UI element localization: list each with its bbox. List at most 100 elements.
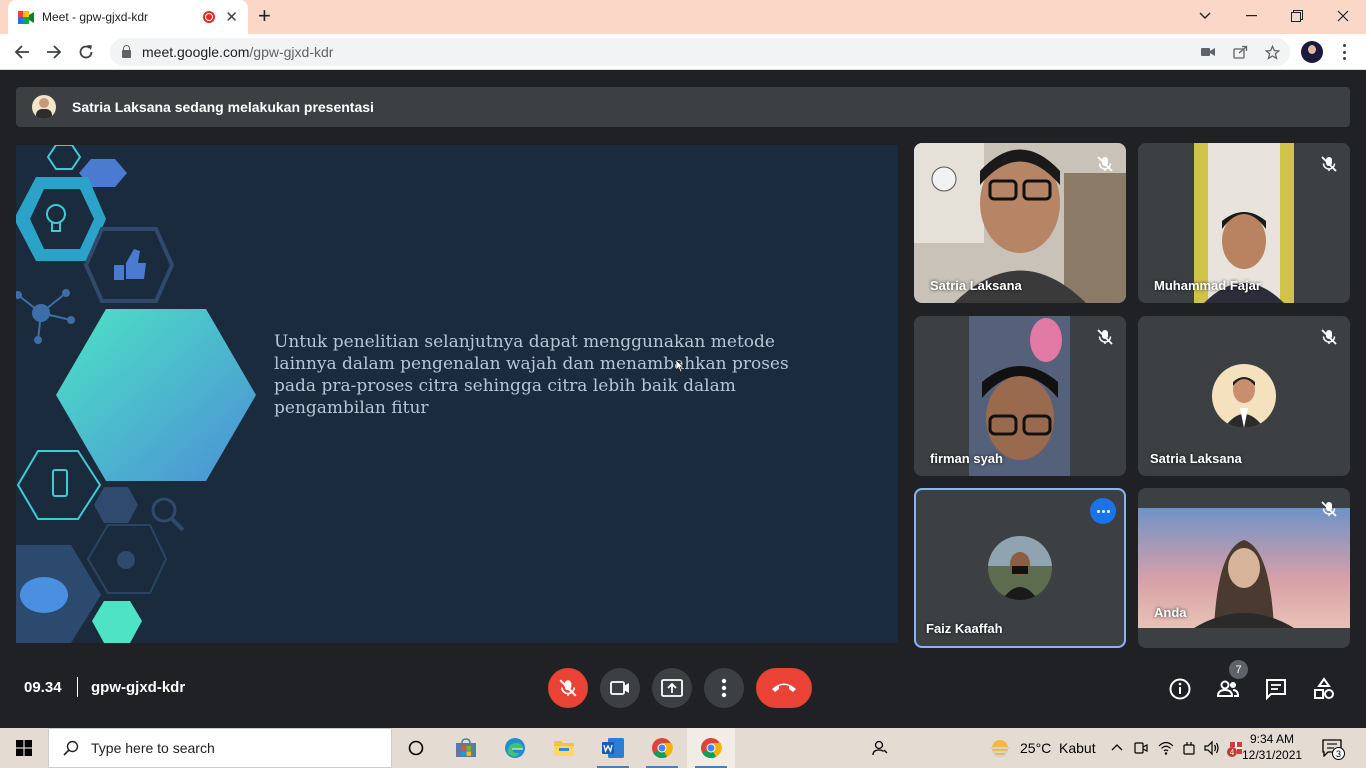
activities-icon[interactable] xyxy=(1312,677,1336,701)
more-options-button[interactable] xyxy=(704,668,744,708)
participant-avatar xyxy=(1212,364,1276,428)
volume-icon[interactable] xyxy=(1204,740,1220,756)
participant-tile[interactable]: Satria Laksana xyxy=(914,143,1126,303)
tab-close-button[interactable]: ✕ xyxy=(225,10,238,25)
leave-call-button[interactable] xyxy=(756,668,812,708)
hang-up-icon xyxy=(772,683,796,692)
search-placeholder: Type here to search xyxy=(91,740,215,756)
taskbar-clock[interactable]: 9:34 AM 12/31/2021 xyxy=(1242,731,1302,763)
cortana-icon xyxy=(408,740,424,756)
chat-bubble-icon xyxy=(20,577,68,613)
weather-description[interactable]: Kabut xyxy=(1059,740,1096,756)
action-center-button[interactable]: 3 xyxy=(1322,739,1346,760)
weather-sun-icon[interactable] xyxy=(988,737,1012,759)
chat-icon[interactable] xyxy=(1264,677,1288,701)
minimize-button[interactable] xyxy=(1228,0,1274,32)
participant-tile-active[interactable]: Faiz Kaaffah xyxy=(914,488,1126,648)
present-screen-icon xyxy=(661,679,683,697)
tab-search-button[interactable] xyxy=(1182,0,1228,32)
taskbar-app-edge[interactable] xyxy=(491,728,539,768)
tab-strip: Meet - gpw-gjxd-kdr ✕ + xyxy=(0,0,1366,34)
restore-button[interactable] xyxy=(1274,0,1320,32)
arrow-left-icon xyxy=(14,45,29,59)
present-screen-button[interactable] xyxy=(652,668,692,708)
browser-menu-button[interactable] xyxy=(1336,42,1352,62)
edge-icon xyxy=(505,738,525,758)
tab-title: Meet - gpw-gjxd-kdr xyxy=(42,10,149,24)
battery-plug-icon[interactable] xyxy=(1181,741,1197,755)
url-text: meet.google.com/gpw-gjxd-kdr xyxy=(142,44,333,60)
people-taskbar-icon[interactable] xyxy=(872,740,888,756)
taskbar-app-word[interactable] xyxy=(589,728,637,768)
search-icon xyxy=(63,740,79,756)
presentation-banner: Satria Laksana sedang melakukan presenta… xyxy=(16,87,1350,127)
presentation-slide: Untuk penelitian selanjutnya dapat mengg… xyxy=(16,145,898,643)
bookmark-star-icon[interactable] xyxy=(1264,44,1280,60)
clock-time: 9:34 AM xyxy=(1249,732,1295,746)
divider xyxy=(77,677,78,697)
reload-button[interactable] xyxy=(74,40,98,64)
meeting-details-info-icon[interactable] xyxy=(1168,677,1192,701)
toggle-mic-button[interactable] xyxy=(548,668,588,708)
restore-icon xyxy=(1291,10,1303,22)
share-icon[interactable] xyxy=(1232,44,1248,60)
gear-icon xyxy=(117,551,135,569)
participant-tile[interactable]: Muhammad Fajar xyxy=(1138,143,1350,303)
network-icon xyxy=(16,289,75,344)
cortana-button[interactable] xyxy=(392,728,440,768)
recording-indicator-icon xyxy=(203,11,216,23)
browser-toolbar: meet.google.com/gpw-gjxd-kdr xyxy=(0,34,1366,70)
notification-count-badge: 3 xyxy=(1332,747,1345,760)
meeting-time: 09.34 xyxy=(24,679,62,696)
participant-tile[interactable]: Satria Laksana xyxy=(1138,316,1350,476)
participant-avatar xyxy=(988,536,1052,600)
profile-avatar[interactable] xyxy=(1301,41,1323,63)
mic-off-icon xyxy=(1097,156,1113,172)
slide-body-text: Untuk penelitian selanjutnya dapat mengg… xyxy=(274,332,789,418)
wifi-icon[interactable] xyxy=(1158,740,1174,756)
new-tab-button[interactable]: + xyxy=(258,5,271,27)
thumbs-up-icon xyxy=(114,249,146,280)
people-icon[interactable] xyxy=(1216,677,1240,701)
presenter-avatar xyxy=(32,95,56,119)
participant-tile[interactable]: firman syah xyxy=(914,316,1126,476)
taskbar-app-file-explorer[interactable] xyxy=(540,728,588,768)
taskbar-app-chrome[interactable] xyxy=(638,728,686,768)
reload-icon xyxy=(79,45,93,59)
store-icon xyxy=(456,738,476,757)
forward-button[interactable] xyxy=(42,40,66,64)
tab-meet[interactable]: Meet - gpw-gjxd-kdr ✕ xyxy=(8,0,248,34)
magnifier-icon xyxy=(151,497,177,523)
chevron-up-icon[interactable] xyxy=(1111,743,1123,751)
taskbar-search-box[interactable]: Type here to search xyxy=(48,728,392,768)
windows-taskbar: Type here to search 25°C Kabut 4 9:34 AM… xyxy=(0,728,1366,768)
url-path: /gpw-gjxd-kdr xyxy=(249,44,334,60)
back-button[interactable] xyxy=(10,40,34,64)
address-bar[interactable]: meet.google.com/gpw-gjxd-kdr xyxy=(110,38,1290,66)
chrome-icon xyxy=(652,738,673,759)
participant-count-badge: 7 xyxy=(1229,660,1248,679)
taskbar-app-store[interactable] xyxy=(442,728,490,768)
camera-icon xyxy=(610,681,629,695)
presenter-banner-text: Satria Laksana sedang melakukan presenta… xyxy=(72,99,374,115)
meet-favicon-icon xyxy=(18,10,34,24)
start-button[interactable] xyxy=(0,728,48,768)
toggle-camera-button[interactable] xyxy=(600,668,640,708)
close-icon xyxy=(1337,10,1349,22)
mic-off-icon xyxy=(1321,501,1337,517)
chevron-down-icon xyxy=(1199,12,1211,19)
word-icon xyxy=(602,738,624,758)
weather-temperature[interactable]: 25°C xyxy=(1020,740,1051,756)
participant-name: Muhammad Fajar xyxy=(1154,278,1261,293)
camera-in-use-icon[interactable] xyxy=(1200,44,1216,60)
participant-tile-self[interactable]: Anda xyxy=(1138,488,1350,648)
taskbar-app-chrome-active[interactable] xyxy=(687,728,735,768)
mic-off-icon xyxy=(559,679,577,697)
file-explorer-icon xyxy=(554,741,574,756)
mic-off-icon xyxy=(1321,329,1337,345)
meet-now-icon[interactable] xyxy=(1134,740,1148,756)
close-window-button[interactable] xyxy=(1320,0,1366,32)
participant-more-options-button[interactable] xyxy=(1090,498,1116,524)
meeting-code[interactable]: gpw-gjxd-kdr xyxy=(91,679,185,696)
chrome-icon xyxy=(701,738,722,759)
